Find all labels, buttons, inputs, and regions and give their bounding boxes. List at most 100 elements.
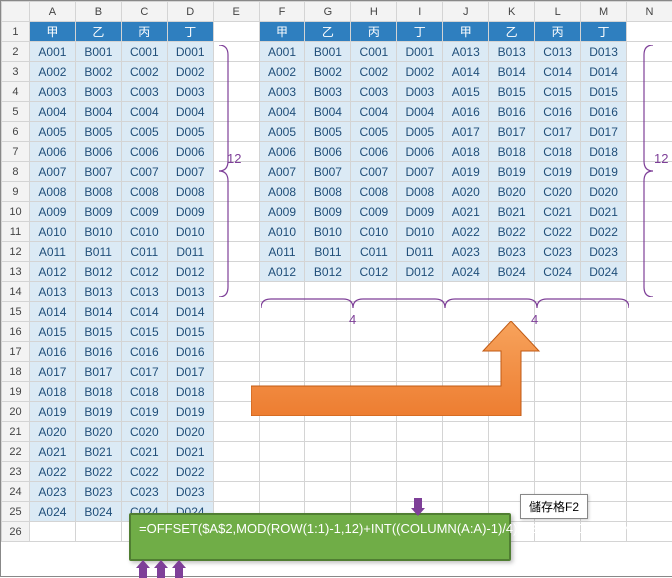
cell-M6[interactable]: D017	[581, 122, 627, 142]
cell-C3[interactable]: C002	[121, 62, 167, 82]
cell-F14[interactable]	[259, 282, 305, 302]
col-header-H[interactable]: H	[351, 2, 397, 22]
cell-J5[interactable]: A016	[443, 102, 489, 122]
col-header-J[interactable]: J	[443, 2, 489, 22]
cell-C13[interactable]: C012	[121, 262, 167, 282]
cell-A24[interactable]: A023	[29, 482, 75, 502]
cell-J21[interactable]	[443, 422, 489, 442]
row-header-16[interactable]: 16	[2, 322, 30, 342]
cell-F18[interactable]	[259, 362, 305, 382]
cell-F8[interactable]: A007	[259, 162, 305, 182]
cell-G3[interactable]: B002	[305, 62, 351, 82]
cell-H15[interactable]	[351, 302, 397, 322]
row-header-11[interactable]: 11	[2, 222, 30, 242]
cell-B22[interactable]: B021	[75, 442, 121, 462]
row-header-25[interactable]: 25	[2, 502, 30, 522]
cell-F16[interactable]	[259, 322, 305, 342]
cell-H4[interactable]: C003	[351, 82, 397, 102]
cell-K5[interactable]: B016	[489, 102, 535, 122]
cell-B1[interactable]: 乙	[75, 22, 121, 42]
cell-N25[interactable]	[627, 502, 672, 522]
row-header-15[interactable]: 15	[2, 302, 30, 322]
cell-G23[interactable]	[305, 462, 351, 482]
row-header-1[interactable]: 1	[2, 22, 30, 42]
cell-C22[interactable]: C021	[121, 442, 167, 462]
cell-H20[interactable]	[351, 402, 397, 422]
cell-F17[interactable]	[259, 342, 305, 362]
cell-K3[interactable]: B014	[489, 62, 535, 82]
col-header-N[interactable]: N	[627, 2, 672, 22]
cell-I9[interactable]: D008	[397, 182, 443, 202]
cell-G16[interactable]	[305, 322, 351, 342]
cell-M19[interactable]	[581, 382, 627, 402]
row-header-24[interactable]: 24	[2, 482, 30, 502]
cell-B13[interactable]: B012	[75, 262, 121, 282]
cell-D3[interactable]: D002	[167, 62, 213, 82]
cell-J24[interactable]	[443, 482, 489, 502]
cell-C20[interactable]: C019	[121, 402, 167, 422]
cell-J7[interactable]: A018	[443, 142, 489, 162]
cell-A15[interactable]: A014	[29, 302, 75, 322]
cell-H8[interactable]: C007	[351, 162, 397, 182]
cell-F7[interactable]: A006	[259, 142, 305, 162]
cell-H7[interactable]: C006	[351, 142, 397, 162]
cell-E24[interactable]	[213, 482, 259, 502]
cell-G12[interactable]: B011	[305, 242, 351, 262]
cell-D15[interactable]: D014	[167, 302, 213, 322]
cell-E5[interactable]	[213, 102, 259, 122]
row-header-9[interactable]: 9	[2, 182, 30, 202]
cell-L6[interactable]: C017	[535, 122, 581, 142]
cell-K17[interactable]	[489, 342, 535, 362]
cell-E1[interactable]	[213, 22, 259, 42]
cell-E16[interactable]	[213, 322, 259, 342]
cell-F21[interactable]	[259, 422, 305, 442]
cell-I23[interactable]	[397, 462, 443, 482]
cell-D10[interactable]: D009	[167, 202, 213, 222]
cell-D14[interactable]: D013	[167, 282, 213, 302]
cell-F5[interactable]: A004	[259, 102, 305, 122]
cell-G8[interactable]: B007	[305, 162, 351, 182]
cell-C17[interactable]: C016	[121, 342, 167, 362]
cell-J12[interactable]: A023	[443, 242, 489, 262]
cell-C15[interactable]: C014	[121, 302, 167, 322]
cell-N17[interactable]	[627, 342, 672, 362]
cell-M3[interactable]: D014	[581, 62, 627, 82]
cell-C1[interactable]: 丙	[121, 22, 167, 42]
cell-E7[interactable]	[213, 142, 259, 162]
cell-E4[interactable]	[213, 82, 259, 102]
cell-D1[interactable]: 丁	[167, 22, 213, 42]
cell-L11[interactable]: C022	[535, 222, 581, 242]
cell-C12[interactable]: C011	[121, 242, 167, 262]
cell-I24[interactable]	[397, 482, 443, 502]
cell-F4[interactable]: A003	[259, 82, 305, 102]
cell-B20[interactable]: B019	[75, 402, 121, 422]
cell-E22[interactable]	[213, 442, 259, 462]
cell-D18[interactable]: D017	[167, 362, 213, 382]
cell-A19[interactable]: A018	[29, 382, 75, 402]
cell-A1[interactable]: 甲	[29, 22, 75, 42]
cell-L23[interactable]	[535, 462, 581, 482]
cell-M21[interactable]	[581, 422, 627, 442]
cell-K8[interactable]: B019	[489, 162, 535, 182]
cell-F11[interactable]: A010	[259, 222, 305, 242]
cell-N3[interactable]	[627, 62, 672, 82]
col-header-A[interactable]: A	[29, 2, 75, 22]
cell-C9[interactable]: C008	[121, 182, 167, 202]
cell-J22[interactable]	[443, 442, 489, 462]
cell-L1[interactable]: 丙	[535, 22, 581, 42]
cell-B24[interactable]: B023	[75, 482, 121, 502]
cell-L2[interactable]: C013	[535, 42, 581, 62]
cell-N18[interactable]	[627, 362, 672, 382]
cell-L13[interactable]: C024	[535, 262, 581, 282]
cell-A10[interactable]: A009	[29, 202, 75, 222]
cell-D17[interactable]: D016	[167, 342, 213, 362]
row-header-18[interactable]: 18	[2, 362, 30, 382]
cell-M18[interactable]	[581, 362, 627, 382]
cell-G2[interactable]: B001	[305, 42, 351, 62]
cell-K19[interactable]	[489, 382, 535, 402]
cell-N10[interactable]	[627, 202, 672, 222]
cell-H6[interactable]: C005	[351, 122, 397, 142]
cell-D7[interactable]: D006	[167, 142, 213, 162]
cell-K20[interactable]	[489, 402, 535, 422]
cell-E15[interactable]	[213, 302, 259, 322]
